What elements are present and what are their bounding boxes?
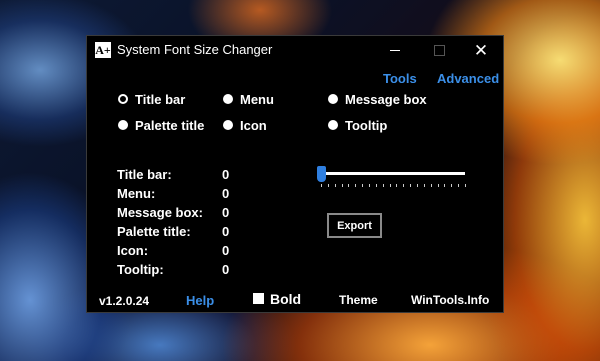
slider-tick <box>328 184 329 187</box>
bold-checkbox[interactable] <box>253 293 264 304</box>
radio-message-box[interactable] <box>328 94 338 104</box>
size-value-title-bar: 0 <box>222 167 230 182</box>
tools-link[interactable]: Tools <box>383 71 417 86</box>
title-bar[interactable]: A+ System Font Size Changer ✕ <box>87 36 503 64</box>
slider-tick <box>451 184 452 187</box>
close-icon: ✕ <box>473 40 489 60</box>
wintools-link[interactable]: WinTools.Info <box>411 293 489 307</box>
size-label-icon: Icon: <box>117 243 149 258</box>
export-button[interactable]: Export <box>327 213 382 238</box>
bold-label: Bold <box>270 291 302 307</box>
close-button[interactable]: ✕ <box>459 36 503 64</box>
minimize-button[interactable] <box>373 36 417 64</box>
app-window: A+ System Font Size Changer ✕ Tools Adva… <box>86 35 504 313</box>
slider-tick <box>417 184 418 187</box>
slider-tick <box>410 184 411 187</box>
slider-tick <box>444 184 445 187</box>
window-title: System Font Size Changer <box>117 42 273 57</box>
radio-label-message-box: Message box <box>345 92 427 107</box>
version-label: v1.2.0.24 <box>99 294 150 308</box>
slider-tick <box>390 184 391 187</box>
radio-label-menu: Menu <box>240 92 274 107</box>
size-label-title-bar: Title bar: <box>117 167 172 182</box>
radio-menu[interactable] <box>223 94 233 104</box>
size-value-icon: 0 <box>222 243 230 258</box>
slider-tick <box>369 184 370 187</box>
radio-tooltip[interactable] <box>328 120 338 130</box>
slider-tick <box>431 184 432 187</box>
radio-label-tooltip: Tooltip <box>345 118 388 133</box>
slider-tick <box>396 184 397 187</box>
size-label-palette-title: Palette title: <box>117 224 191 239</box>
font-size-slider-track[interactable] <box>321 172 465 175</box>
size-label-message-box: Message box: <box>117 205 203 220</box>
radio-icon[interactable] <box>223 120 233 130</box>
slider-tick <box>403 184 404 187</box>
app-icon: A+ <box>95 42 111 58</box>
help-link[interactable]: Help <box>186 293 214 308</box>
size-value-tooltip: 0 <box>222 262 230 277</box>
slider-tick <box>355 184 356 187</box>
size-value-message-box: 0 <box>222 205 230 220</box>
maximize-icon <box>433 44 445 56</box>
slider-tick <box>362 184 363 187</box>
size-label-menu: Menu: <box>117 186 156 201</box>
slider-tick <box>383 184 384 187</box>
slider-ticks <box>321 184 466 188</box>
slider-tick <box>438 184 439 187</box>
slider-tick <box>424 184 425 187</box>
slider-tick <box>321 184 322 187</box>
radio-label-palette-title: Palette title <box>135 118 205 133</box>
minimize-icon <box>390 49 400 51</box>
slider-tick <box>342 184 343 187</box>
radio-label-title-bar: Title bar <box>135 92 186 107</box>
slider-tick <box>348 184 349 187</box>
slider-tick <box>458 184 459 187</box>
slider-tick <box>465 184 466 187</box>
size-label-tooltip: Tooltip: <box>117 262 164 277</box>
size-value-menu: 0 <box>222 186 230 201</box>
theme-link[interactable]: Theme <box>339 293 378 307</box>
slider-tick <box>376 184 377 187</box>
size-value-palette-title: 0 <box>222 224 230 239</box>
maximize-button <box>417 36 461 64</box>
slider-tick <box>335 184 336 187</box>
radio-title-bar[interactable] <box>118 94 128 104</box>
font-size-slider-thumb[interactable] <box>317 166 326 182</box>
radio-palette-title[interactable] <box>118 120 128 130</box>
advanced-link[interactable]: Advanced <box>437 71 499 86</box>
radio-label-icon: Icon <box>240 118 267 133</box>
